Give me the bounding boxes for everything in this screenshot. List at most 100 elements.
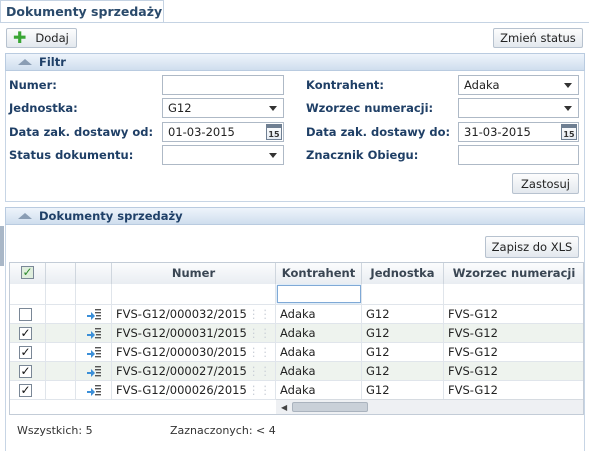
row-wzorzec: FVS-G12 [444, 305, 583, 324]
filter-header[interactable]: Filtr [5, 53, 585, 71]
row-icon-cell [76, 362, 112, 381]
row-icon-cell [76, 381, 112, 400]
numer-label: Numer: [9, 78, 57, 92]
table-row[interactable]: FVS-G12/000032/2015 ⋮⋮ Adaka G12 FVS-G12 [10, 305, 583, 324]
kontrahent-filter-cell [276, 284, 362, 305]
filter-cell [76, 284, 112, 305]
row-blank-cell [46, 324, 76, 343]
data-od-value: 01-03-2015 [168, 125, 235, 139]
jednostka-value: G12 [168, 101, 192, 115]
znacznik-input[interactable] [458, 145, 579, 165]
row-wzorzec: FVS-G12 [444, 324, 583, 343]
tab-dokumenty-sprzedazy[interactable]: Dokumenty sprzedaży [0, 0, 164, 23]
chevron-down-icon [564, 83, 572, 88]
export-xls-label: Zapisz do XLS [491, 240, 573, 254]
data-do-label: Data zak. dostawy do: [306, 125, 451, 139]
documents-header[interactable]: Dokumenty sprzedaży [5, 207, 585, 225]
document-link-icon[interactable] [86, 308, 102, 321]
col-header-wzorzec[interactable]: Wzorzec numeracji [444, 263, 583, 284]
resize-handle[interactable] [0, 226, 4, 266]
document-link-icon[interactable] [86, 346, 102, 359]
row-numer: FVS-G12/000027/2015 ⋮⋮ [112, 362, 276, 381]
row-icon-cell [76, 343, 112, 362]
row-checkbox[interactable]: ✓ [19, 384, 32, 397]
change-status-label: Zmień status [500, 31, 576, 45]
data-do-value: 31-03-2015 [464, 125, 531, 139]
row-jednostka: G12 [362, 324, 444, 343]
col-header-kontrahent[interactable]: Kontrahent [276, 263, 362, 284]
data-do-input[interactable]: 31-03-2015 15 [458, 122, 579, 142]
kontrahent-filter-input[interactable] [277, 285, 361, 303]
row-checkbox[interactable]: ✓ [19, 346, 32, 359]
row-jednostka: G12 [362, 305, 444, 324]
header-blank [46, 263, 76, 284]
select-all-cell: ✓ [10, 263, 46, 284]
calendar-icon[interactable]: 15 [561, 124, 577, 140]
row-checkbox[interactable] [19, 308, 32, 321]
wzorzec-select[interactable] [458, 98, 579, 118]
selected-count: Zaznaczonych: < 4 [170, 424, 276, 437]
kontrahent-label: Kontrahent: [306, 78, 384, 92]
document-link-icon[interactable] [86, 384, 102, 397]
row-icon-cell [76, 305, 112, 324]
document-link-icon[interactable] [86, 327, 102, 340]
row-select-cell: ✓ [10, 324, 46, 343]
filter-cell [46, 284, 76, 305]
row-kontrahent: Adaka [276, 381, 362, 400]
horizontal-scrollbar[interactable]: ◀ [276, 399, 583, 414]
row-checkbox[interactable]: ✓ [19, 327, 32, 340]
row-numer: FVS-G12/000026/2015 ⋮⋮ [112, 381, 276, 400]
select-all-checkbox[interactable]: ✓ [21, 266, 34, 279]
plus-icon: ✚ [13, 28, 27, 47]
add-button-label: Dodaj [35, 31, 69, 45]
row-blank-cell [46, 305, 76, 324]
row-jednostka: G12 [362, 362, 444, 381]
filter-cell [10, 284, 46, 305]
row-numer: FVS-G12/000030/2015 ⋮⋮ [112, 343, 276, 362]
tab-label: Dokumenty sprzedaży [6, 4, 163, 19]
row-blank-cell [46, 343, 76, 362]
jednostka-select[interactable]: G12 [162, 98, 284, 118]
numer-input[interactable] [162, 75, 284, 95]
wzorzec-label: Wzorzec numeracji: [306, 101, 434, 115]
total-count: Wszystkich: 5 [17, 424, 93, 437]
filter-cell [112, 284, 276, 305]
header-icon-col [76, 263, 112, 284]
apply-button[interactable]: Zastosuj [512, 173, 579, 194]
col-header-jednostka[interactable]: Jednostka [362, 263, 444, 284]
filter-cell [362, 284, 444, 305]
row-blank-cell [46, 362, 76, 381]
table-row[interactable]: ✓ FVS-G12/000026/2015 ⋮⋮ Adaka G12 FVS-G12 [10, 381, 583, 400]
jednostka-label: Jednostka: [9, 101, 78, 115]
row-numer: FVS-G12/000032/2015 ⋮⋮ [112, 305, 276, 324]
table-row[interactable]: ✓ FVS-G12/000027/2015 ⋮⋮ Adaka G12 FVS-G12 [10, 362, 583, 381]
export-xls-button[interactable]: Zapisz do XLS [485, 236, 579, 258]
scroll-left-icon[interactable]: ◀ [281, 403, 287, 412]
table-row[interactable]: ✓ FVS-G12/000030/2015 ⋮⋮ Adaka G12 FVS-G12 [10, 343, 583, 362]
kontrahent-value: Adaka [464, 78, 500, 92]
documents-grid: ✓ Numer Kontrahent Jednostka Wzorzec num… [9, 262, 584, 415]
row-select-cell: ✓ [10, 362, 46, 381]
data-od-label: Data zak. dostawy od: [9, 125, 154, 139]
row-kontrahent: Adaka [276, 305, 362, 324]
row-jednostka: G12 [362, 343, 444, 362]
grid-filter-row [10, 284, 583, 305]
chevron-down-icon [269, 153, 277, 158]
filter-cell [444, 284, 583, 305]
tab-divider [0, 22, 589, 23]
scrollbar-thumb[interactable] [292, 402, 368, 412]
add-button[interactable]: ✚ Dodaj [6, 28, 77, 48]
status-select[interactable] [162, 145, 284, 165]
row-wzorzec: FVS-G12 [444, 362, 583, 381]
document-link-icon[interactable] [86, 365, 102, 378]
kontrahent-select[interactable]: Adaka [458, 75, 579, 95]
data-od-input[interactable]: 01-03-2015 15 [162, 122, 284, 142]
change-status-button[interactable]: Zmień status [493, 28, 583, 48]
table-row[interactable]: ✓ FVS-G12/000031/2015 ⋮⋮ Adaka G12 FVS-G12 [10, 324, 583, 343]
row-kontrahent: Adaka [276, 324, 362, 343]
filter-title: Filtr [39, 55, 66, 69]
row-checkbox[interactable]: ✓ [19, 365, 32, 378]
calendar-icon[interactable]: 15 [266, 124, 282, 140]
col-header-numer[interactable]: Numer [112, 263, 276, 284]
row-select-cell: ✓ [10, 343, 46, 362]
